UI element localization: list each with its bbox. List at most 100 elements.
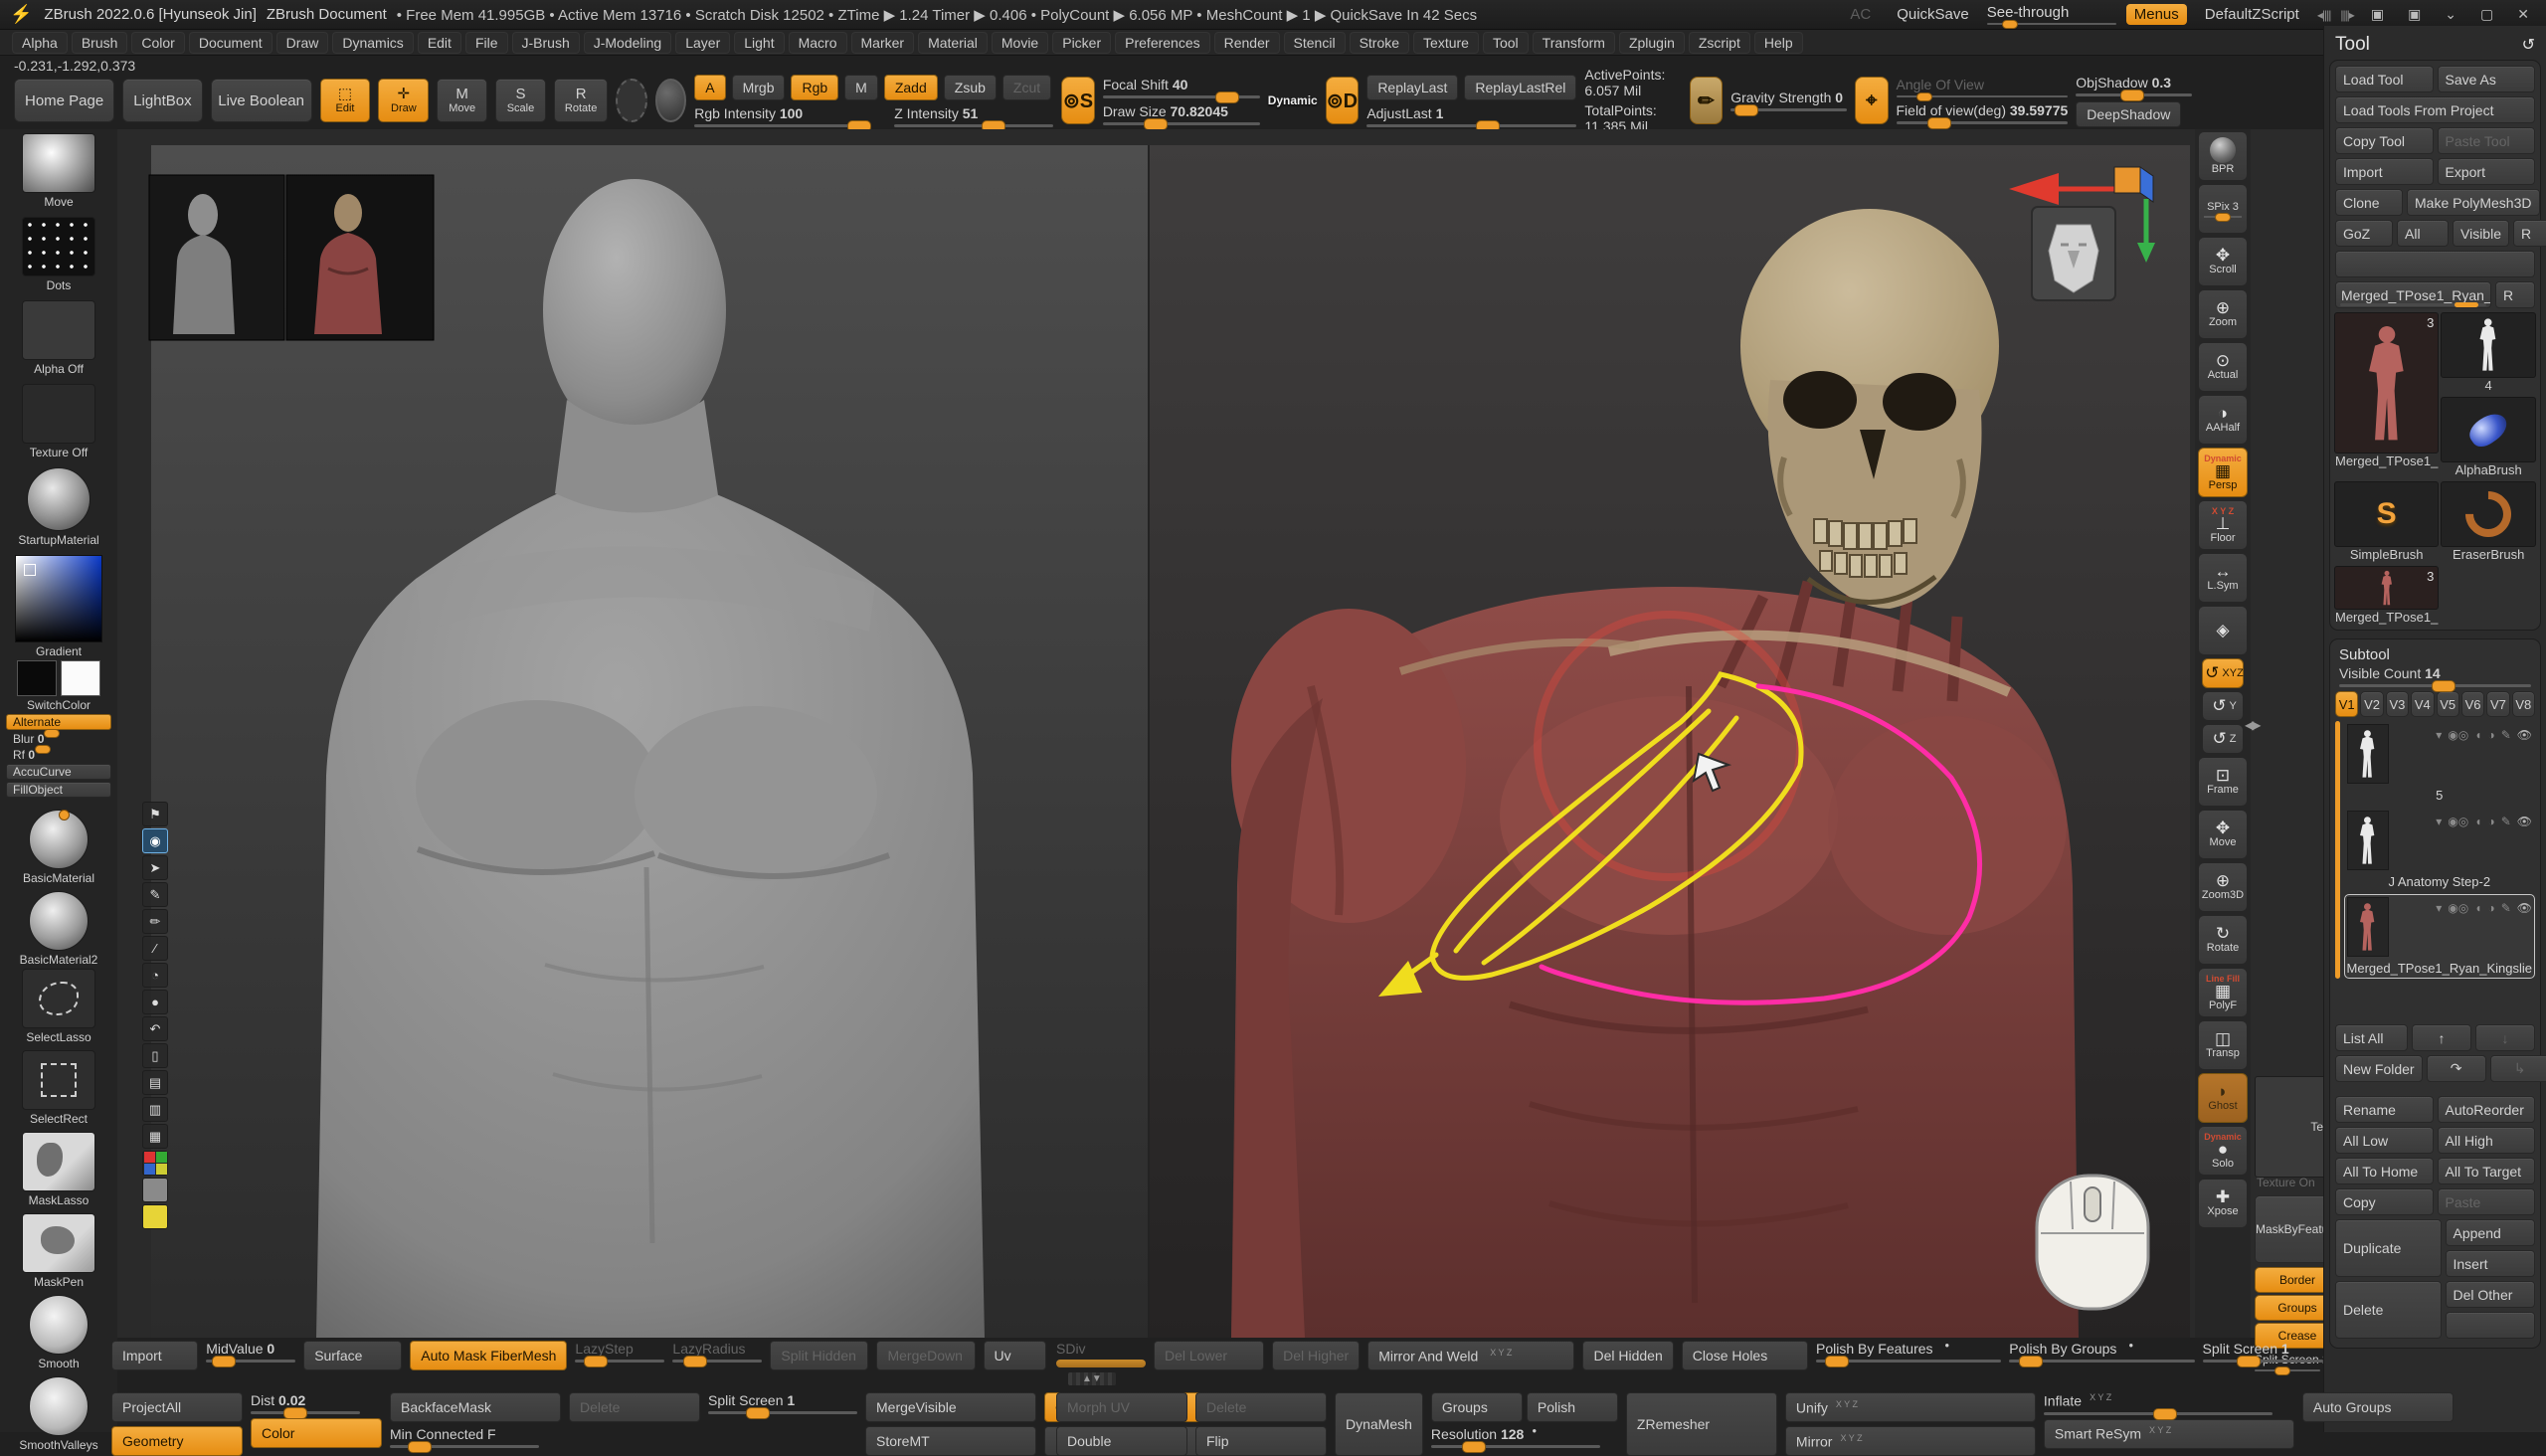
left-tray-item[interactable]: Move	[22, 133, 95, 209]
dynamesh-button[interactable]: DynaMesh	[1335, 1392, 1423, 1456]
all-high-button[interactable]: All High	[2438, 1127, 2536, 1154]
scroll-button[interactable]: ✥ Scroll	[2198, 237, 2248, 286]
adjust-last-slider[interactable]: AdjustLast 1	[1366, 105, 1576, 127]
polypaint-icon[interactable]: ✎	[2501, 815, 2511, 828]
current-tool-name[interactable]: Merged_TPose1_Ryan_Kingsli	[2335, 281, 2491, 308]
minimize-button[interactable]: ⌄	[2438, 6, 2463, 23]
redo-arrow-icon[interactable]: ↷	[2427, 1055, 2486, 1082]
polypaint-icon[interactable]: ✎	[2501, 901, 2511, 915]
menu-item[interactable]: Document	[189, 32, 273, 54]
quick-tool-item[interactable]: MaskLasso	[22, 1132, 95, 1207]
surface-button[interactable]: Surface	[303, 1341, 402, 1370]
material-item[interactable]: BasicMaterial	[23, 810, 94, 885]
subtool-view-tab[interactable]: V5	[2437, 691, 2459, 717]
move-up-icon[interactable]: ↑	[2412, 1024, 2471, 1051]
resolution-slider[interactable]: Resolution 128	[1431, 1426, 1600, 1448]
gray-swatch-icon[interactable]	[142, 1178, 168, 1202]
xpose-button[interactable]: ✚ Xpose	[2198, 1179, 2248, 1228]
switch-color[interactable]: SwitchColor	[17, 660, 100, 712]
quick-tool-item[interactable]: SelectLasso	[22, 969, 95, 1044]
subtool-view-tab[interactable]: V2	[2360, 691, 2383, 717]
stroke-picker-button[interactable]: ⊚S	[1061, 77, 1095, 124]
paint-mode-button[interactable]: Zcut	[1002, 75, 1051, 100]
tool-inventory-item[interactable]: 4	[2442, 312, 2535, 393]
eye-visibility-icon[interactable]: ◉	[142, 828, 168, 853]
quick-tool-item[interactable]: SmoothValleys	[19, 1376, 97, 1452]
move-mode-button[interactable]: M Move	[437, 79, 487, 122]
alt-color-swatch[interactable]	[61, 660, 100, 696]
texture-preview-box[interactable]: Te	[2255, 1076, 2328, 1178]
menu-item[interactable]: Zplugin	[1619, 32, 1685, 54]
snapshot-thumbnail-gray[interactable]	[149, 175, 284, 340]
boolean-subtract-icon[interactable]: ◖	[2474, 901, 2481, 915]
menu-item[interactable]: Draw	[276, 32, 329, 54]
Merged_TPose1_Ryan_Kingslie[interactable]: ▾ ◉◎ ◖ ◑ ✎ 👁 Merged_TPose1_Ryan_Kingslie	[2344, 894, 2535, 979]
boolean-start-icon[interactable]: ▾	[2436, 901, 2442, 915]
cam-view-head[interactable]	[2032, 207, 2115, 300]
tray-handle-left-icon[interactable]: ◂||||	[2317, 8, 2331, 22]
split-screen-slider-2[interactable]: Split Screen 1	[708, 1392, 857, 1414]
focal-shift-slider[interactable]: Focal Shift 40	[1103, 77, 1260, 98]
fillobject-button[interactable]: FillObject	[6, 782, 111, 798]
panel-divider-handle[interactable]: ◀▶	[2245, 718, 2259, 732]
rotate-3d-button[interactable]: ↻ Rotate	[2198, 915, 2248, 965]
import-tool-button[interactable]: Import	[2335, 158, 2434, 185]
projectall-button[interactable]: ProjectAll	[111, 1392, 243, 1422]
subtool-thumbnail[interactable]	[2347, 811, 2389, 870]
dot-brush-icon[interactable]: ●	[142, 990, 168, 1014]
all-to-home-button[interactable]: All To Home	[2335, 1158, 2434, 1184]
quick-tool-item[interactable]: MaskPen	[22, 1213, 95, 1289]
boolean-subtract-icon[interactable]: ◖	[2474, 728, 2481, 742]
menu-item[interactable]: Material	[918, 32, 988, 54]
accucurve-button[interactable]: AccuCurve	[6, 764, 111, 780]
boolean-intersect-icon[interactable]: ◑	[2487, 815, 2494, 828]
sdiv-scrubber[interactable]: ▲▼	[1068, 1372, 1116, 1385]
subtool-view-tab[interactable]: V3	[2386, 691, 2409, 717]
color-toggle[interactable]: Color	[251, 1418, 382, 1448]
delete-subtool-button[interactable]: Delete	[2335, 1281, 2442, 1339]
goz-button[interactable]: GoZ	[2335, 220, 2393, 247]
menu-item[interactable]: Stroke	[1350, 32, 1409, 54]
autoreorder-button[interactable]: AutoReorder	[2438, 1096, 2536, 1123]
home-page-button[interactable]: Home Page	[14, 79, 114, 122]
subtool-thumbnail[interactable]	[2347, 724, 2389, 784]
boolean-start-icon[interactable]: ▾	[2436, 728, 2442, 742]
floor-button[interactable]: X Y Z ⊥ Floor	[2198, 500, 2248, 550]
left-tray-item[interactable]: Alpha Off	[22, 300, 95, 376]
J Anatomy Step-2[interactable]: ▾ ◉◎ ◖ ◑ ✎ 👁 J Anatomy Step-2	[2344, 808, 2535, 892]
texture-preview-icon[interactable]	[616, 79, 646, 122]
bottom-control[interactable]: Polish By Features	[1816, 1341, 2001, 1363]
uv-button[interactable]: Uv	[984, 1341, 1046, 1370]
bottom-control[interactable]: Split Screen 1	[2203, 1341, 2323, 1363]
subtool-view-tab[interactable]: V6	[2461, 691, 2484, 717]
rotate-y-button[interactable]: ↺ Y	[2202, 691, 2244, 721]
rotate-mode-button[interactable]: R Rotate	[554, 79, 608, 122]
menu-item[interactable]: Light	[734, 32, 784, 54]
auto-mask-fibermesh-button[interactable]: Auto Mask FiberMesh	[410, 1341, 567, 1370]
5[interactable]: ▾ ◉◎ ◖ ◑ ✎ 👁 5	[2344, 721, 2535, 806]
unify-button[interactable]: UnifyX Y Z	[1785, 1392, 2036, 1422]
blur-slider[interactable]: Blur 0	[13, 732, 104, 746]
menu-item[interactable]: Preferences	[1115, 32, 1209, 54]
menu-item[interactable]: Macro	[789, 32, 847, 54]
zremesher-button[interactable]: ZRemesher	[1626, 1392, 1777, 1456]
tool-r-button[interactable]: R	[2495, 281, 2535, 308]
menu-item[interactable]: Alpha	[12, 32, 68, 54]
copy-subtool-button[interactable]: Copy	[2335, 1188, 2434, 1215]
polypaint-icon[interactable]: ✎	[2501, 728, 2511, 742]
mergevisible-button[interactable]: MergeVisible	[865, 1392, 1036, 1422]
visibility-icon[interactable]: 👁	[2517, 815, 2532, 828]
material-preview-icon[interactable]	[655, 79, 686, 122]
ac-button[interactable]: AC	[1842, 5, 1879, 24]
tool-inventory-item[interactable]: EraserBrush	[2442, 481, 2535, 562]
bottom-control[interactable]: Polish By Groups	[2009, 1341, 2194, 1363]
close-holes-button[interactable]: Close Holes	[1682, 1341, 1808, 1370]
save-as-button[interactable]: Save As	[2438, 66, 2536, 92]
transparency-button[interactable]: ◫ Transp	[2198, 1020, 2248, 1070]
load-tools-from-project-button[interactable]: Load Tools From Project	[2335, 96, 2535, 123]
menu-item[interactable]: Help	[1754, 32, 1803, 54]
field-of-view-slider[interactable]: Field of view(deg) 39.59775	[1897, 102, 2069, 124]
bottom-control[interactable]: LazyStep	[575, 1341, 664, 1363]
dist-slider[interactable]: Dist 0.02	[251, 1392, 360, 1414]
menu-item[interactable]: J-Brush	[512, 32, 580, 54]
